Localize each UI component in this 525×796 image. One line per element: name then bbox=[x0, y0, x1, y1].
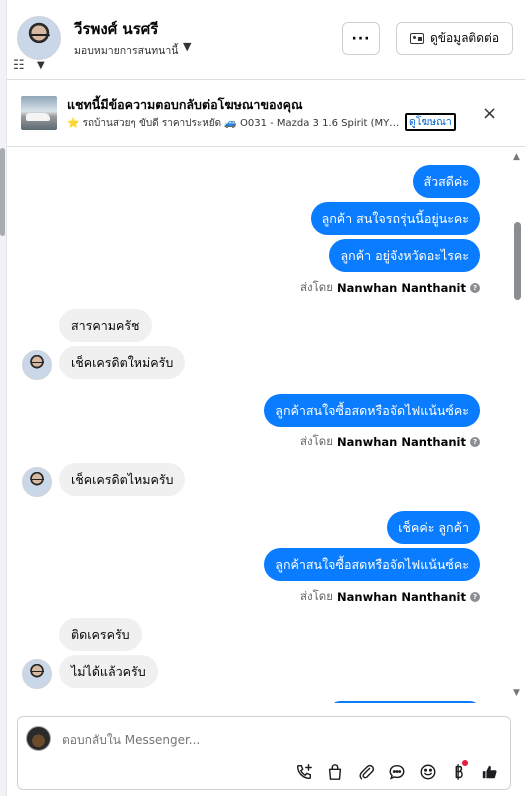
chat-bubble-icon[interactable] bbox=[386, 761, 407, 782]
shopping-bag-icon[interactable] bbox=[324, 761, 345, 782]
reply-input[interactable] bbox=[62, 733, 462, 747]
assign-conversation-label[interactable]: มอบหมายการสนทนานี้ bbox=[74, 42, 178, 59]
view-contact-label: ดูข้อมูลติดต่อ bbox=[429, 31, 500, 45]
left-edge-scrollbar[interactable] bbox=[0, 0, 7, 796]
sender-name[interactable]: Nanwhan Nanthanit bbox=[337, 590, 466, 604]
sent-by-line: ส่งโดย Nanwhan Nanthanit ? bbox=[300, 433, 480, 451]
outgoing-message[interactable]: ลูกค้าสนใจซื้อสดหรือจัดไฟแน้นซ์คะ bbox=[264, 548, 480, 581]
incoming-message[interactable]: ไม่ได้แล้วครับ bbox=[59, 655, 158, 688]
sent-by-prefix: ส่งโดย bbox=[299, 434, 334, 448]
contact-avatar[interactable] bbox=[17, 16, 61, 60]
filter-sliders-icon[interactable]: ☷ bbox=[13, 58, 25, 73]
ad-banner-description: ⭐ รถบ้านสวยๆ ขับดี ราคาประหยัด 🚙 O031 - … bbox=[67, 118, 405, 129]
scroll-thumb[interactable] bbox=[514, 222, 521, 300]
info-icon[interactable]: ? bbox=[470, 592, 480, 602]
sent-by-line: ส่งโดย Nanwhan Nanthanit ? bbox=[300, 588, 480, 606]
composer-toolbar bbox=[293, 760, 500, 782]
paperclip-icon[interactable] bbox=[355, 761, 376, 782]
outgoing-message[interactable]: ลูกค้า อยู่จังหวัดอะไรคะ bbox=[329, 239, 480, 272]
baht-payment-icon[interactable] bbox=[448, 760, 469, 782]
messenger-chat-window: ☷ ▼ วีรพงศ์ นรศรี มอบหมายการสนทนานี้ ▼ ·… bbox=[0, 0, 525, 796]
more-label: ··· bbox=[351, 30, 371, 47]
sent-by-prefix: ส่งโดย bbox=[299, 280, 334, 294]
sent-by-prefix: ส่งโดย bbox=[299, 589, 334, 603]
contact-card-icon bbox=[409, 33, 424, 44]
incoming-message[interactable]: ติดเครครับ bbox=[59, 618, 142, 651]
message-thread[interactable]: สัวสดีค่ะ ลูกค้า สนใจรถรุ่นนี้อยู่นะคะ ล… bbox=[7, 148, 511, 703]
outgoing-message-partial[interactable] bbox=[330, 701, 480, 703]
more-options-button[interactable]: ··· bbox=[342, 22, 380, 55]
ad-thumbnail bbox=[21, 96, 57, 130]
sender-name[interactable]: Nanwhan Nanthanit bbox=[337, 435, 466, 449]
page-avatar bbox=[26, 726, 51, 751]
incoming-message[interactable]: เช็คเครดิตใหม่ครับ bbox=[59, 346, 186, 379]
call-add-icon[interactable] bbox=[293, 761, 314, 782]
scroll-down-arrow-icon[interactable]: ▼ bbox=[513, 688, 520, 698]
outgoing-message[interactable]: ลูกค้าสนใจซื้อสดหรือจัดไฟแน้นซ์คะ bbox=[264, 394, 480, 427]
close-icon[interactable]: × bbox=[482, 103, 497, 124]
conversation-header: ☷ ▼ วีรพงศ์ นรศรี มอบหมายการสนทนานี้ ▼ ·… bbox=[7, 0, 525, 80]
reply-composer bbox=[17, 716, 511, 790]
left-scroll-thumb[interactable] bbox=[0, 148, 5, 236]
incoming-message[interactable]: เช็คเครดิตไหมครับ bbox=[59, 463, 186, 496]
contact-avatar-small[interactable] bbox=[22, 467, 52, 497]
outgoing-message[interactable]: สัวสดีค่ะ bbox=[412, 165, 480, 198]
sent-by-line: ส่งโดย Nanwhan Nanthanit ? bbox=[300, 279, 480, 297]
scroll-up-arrow-icon[interactable]: ▲ bbox=[513, 152, 520, 162]
chevron-down-icon[interactable]: ▼ bbox=[183, 40, 191, 53]
thumbs-up-icon[interactable] bbox=[479, 761, 500, 782]
sender-name[interactable]: Nanwhan Nanthanit bbox=[337, 281, 466, 295]
view-contact-button[interactable]: ดูข้อมูลติดต่อ bbox=[396, 22, 513, 55]
ad-reply-banner: แชทนี้มีข้อความตอบกลับต่อโฆษณาของคุณ ⭐ ร… bbox=[7, 81, 525, 147]
emoji-icon[interactable] bbox=[417, 761, 438, 782]
chevron-down-icon[interactable]: ▼ bbox=[37, 60, 45, 71]
view-ad-link[interactable]: ดูโฆษณา bbox=[405, 113, 456, 131]
contact-name[interactable]: วีรพงศ์ นรศรี bbox=[74, 17, 158, 41]
outgoing-message[interactable]: ลูกค้า สนใจรถรุ่นนี้อยู่นะคะ bbox=[310, 202, 480, 235]
outgoing-message[interactable]: เช็คค่ะ ลูกค้า bbox=[387, 511, 480, 544]
info-icon[interactable]: ? bbox=[470, 437, 480, 447]
incoming-message[interactable]: สารคามครัช bbox=[59, 309, 152, 342]
contact-avatar-small[interactable] bbox=[22, 350, 52, 380]
ad-banner-title: แชทนี้มีข้อความตอบกลับต่อโฆษณาของคุณ bbox=[67, 97, 303, 112]
info-icon[interactable]: ? bbox=[470, 283, 480, 293]
contact-avatar-small[interactable] bbox=[22, 659, 52, 689]
message-scrollbar[interactable]: ▲ ▼ bbox=[511, 148, 525, 703]
notification-dot bbox=[462, 760, 468, 766]
